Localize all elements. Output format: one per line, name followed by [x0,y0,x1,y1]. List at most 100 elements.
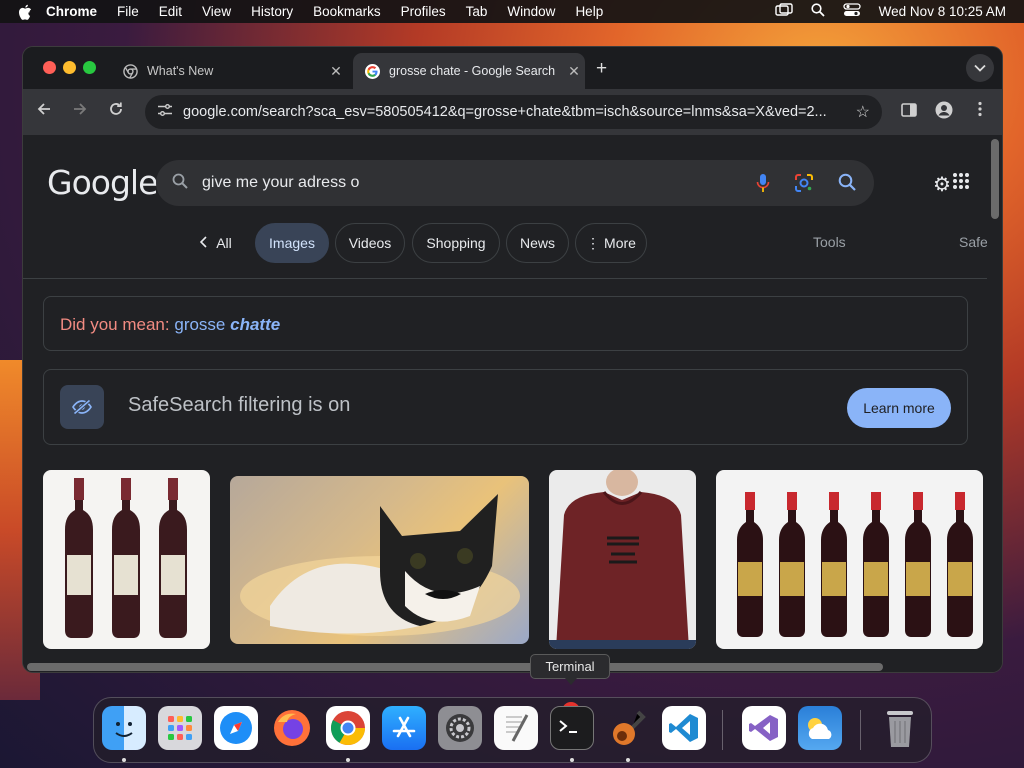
horizontal-scrollbar[interactable] [27,663,883,671]
menu-history[interactable]: History [251,4,293,19]
visual-studio-icon[interactable] [742,706,786,750]
vscode-icon[interactable] [662,706,706,750]
textedit-icon[interactable] [494,706,538,750]
trash-icon[interactable] [878,706,922,750]
apple-icon[interactable] [18,4,32,20]
more-dots-icon: ⋮ [586,234,601,251]
tools-button[interactable]: Tools [813,234,846,250]
close-tab-icon[interactable]: ✕ [563,63,585,80]
google-apps-icon[interactable] [953,173,969,189]
image-result-wine-bottles[interactable] [43,470,210,649]
menu-file[interactable]: File [117,4,139,19]
chrome-window: What's New ✕ grosse chate - Google Searc… [22,46,1003,673]
did-you-mean-card: Did you mean: grosse chatte [43,296,968,351]
back-arrow-icon[interactable] [33,101,55,123]
search-filter-bar: All Images Videos Shopping News ⋮ More T… [23,223,989,263]
running-indicator [122,758,126,762]
safari-icon[interactable] [214,706,258,750]
filter-more[interactable]: ⋮ More [575,223,647,263]
menu-tab[interactable]: Tab [466,4,488,19]
menu-bar: Chrome File Edit View History Bookmarks … [0,0,1024,23]
filter-all[interactable]: All [193,223,239,263]
weather-icon[interactable] [798,706,842,750]
search-submit-icon[interactable] [838,173,856,198]
spelling-suggestion-link[interactable]: grosse chatte [174,315,280,334]
new-tab-icon[interactable]: + [596,58,607,80]
voice-search-icon[interactable] [756,173,770,198]
filter-shopping[interactable]: Shopping [412,223,500,263]
chrome-icon[interactable] [326,706,370,750]
minimize-window-button[interactable] [63,61,76,74]
forward-arrow-icon[interactable] [69,101,91,123]
tab-whats-new[interactable]: What's New ✕ [111,53,347,89]
dock-tooltip: Terminal [530,654,610,685]
safesearch-card: SafeSearch filtering is on Learn more [43,369,968,445]
filter-videos[interactable]: Videos [335,223,405,263]
dock-separator [722,710,723,750]
tab-google-search[interactable]: grosse chate - Google Search ✕ [353,53,585,89]
eye-slash-icon [60,385,104,429]
menu-bookmarks[interactable]: Bookmarks [313,4,381,19]
bookmark-star-icon[interactable]: ☆ [856,102,870,122]
menu-help[interactable]: Help [575,4,603,19]
spotlight-search-icon[interactable] [811,3,825,20]
filter-news[interactable]: News [506,223,569,263]
search-input[interactable]: give me your adress o [202,174,359,192]
image-result-wine-row[interactable] [716,470,983,649]
vertical-scrollbar[interactable] [987,135,1002,672]
filter-images[interactable]: Images [255,223,329,263]
image-result-hoodie[interactable] [549,470,696,649]
google-logo[interactable]: Google [47,163,158,202]
learn-more-button[interactable]: Learn more [847,388,951,428]
menu-view[interactable]: View [202,4,231,19]
google-lens-icon[interactable] [794,173,814,198]
app-store-icon[interactable] [382,706,426,750]
image-result-kitten[interactable] [230,476,529,644]
menu-clock[interactable]: Wed Nov 8 10:25 AM [879,4,1006,19]
side-panel-icon[interactable] [898,101,920,123]
chrome-favicon-icon [123,63,138,79]
tab-search-chevron-icon[interactable] [966,54,994,82]
vertical-scrollbar-thumb[interactable] [991,139,999,219]
running-indicator [346,758,350,762]
system-settings-icon[interactable] [438,706,482,750]
menu-profiles[interactable]: Profiles [401,4,446,19]
control-center-icon[interactable] [843,3,861,20]
tab-strip: What's New ✕ grosse chate - Google Searc… [23,47,1002,89]
garageband-icon[interactable] [606,706,650,750]
browser-toolbar: google.com/search?sca_esv=580505412&q=gr… [23,89,1002,135]
tab-title: What's New [147,64,214,78]
google-favicon-icon [365,63,380,79]
menu-edit[interactable]: Edit [159,4,182,19]
launchpad-icon[interactable] [158,706,202,750]
search-magnifier-icon [172,173,188,194]
finder-icon[interactable] [102,706,146,750]
safesearch-text: SafeSearch filtering is on [128,394,351,416]
menu-window[interactable]: Window [507,4,555,19]
did-you-mean-label: Did you mean: [60,315,170,334]
safesearch-button[interactable]: Safe [959,234,988,250]
profile-avatar-icon[interactable] [933,101,955,123]
zoom-window-button[interactable] [83,61,96,74]
close-window-button[interactable] [43,61,56,74]
address-bar[interactable]: google.com/search?sca_esv=580505412&q=gr… [145,95,882,129]
kebab-menu-icon[interactable] [969,101,991,123]
running-indicator [626,758,630,762]
close-tab-icon[interactable]: ✕ [325,63,347,80]
google-results-page: Google give me your adress o ⚙ All Image… [23,135,989,672]
running-indicator [570,758,574,762]
tab-title: grosse chate - Google Search [389,64,556,78]
search-box[interactable]: give me your adress o [156,160,874,206]
site-info-icon[interactable] [157,103,173,121]
dock: 2 [93,697,932,763]
chevron-left-icon [200,235,207,251]
dock-separator [860,710,861,750]
reload-icon[interactable] [105,101,127,123]
menu-app-name[interactable]: Chrome [46,4,97,19]
firefox-icon[interactable] [270,706,314,750]
url-text: google.com/search?sca_esv=580505412&q=gr… [183,104,827,120]
screen-mirroring-icon[interactable] [774,3,793,20]
terminal-icon[interactable] [550,706,594,750]
filter-divider [23,278,989,279]
settings-gear-icon[interactable]: ⚙ [933,172,951,197]
